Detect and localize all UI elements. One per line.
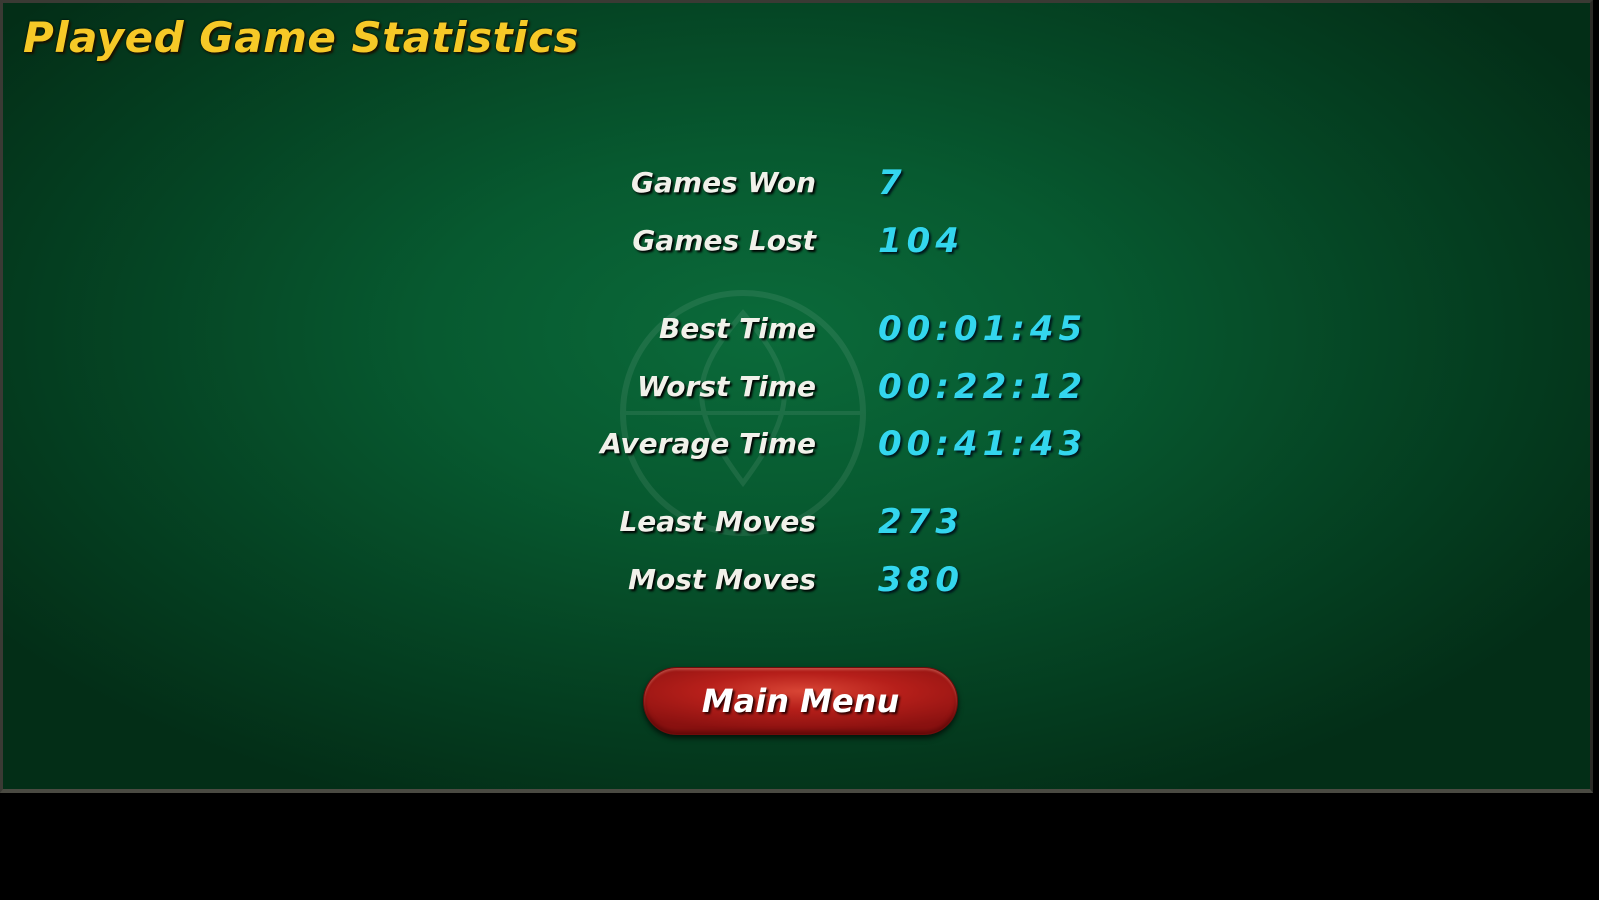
stat-value-games-lost: 104	[878, 221, 964, 261]
stat-value-most-moves: 380	[878, 560, 964, 600]
stat-value-average-time: 00:41:43	[878, 424, 1088, 464]
stat-row-worst-time: Worst Time 00:22:12	[3, 362, 1590, 412]
stat-row-games-lost: Games Lost 104	[3, 216, 1590, 266]
stat-label-games-won: Games Won	[631, 166, 816, 199]
main-menu-button-label: Main Menu	[701, 682, 900, 720]
stat-value-worst-time: 00:22:12	[878, 367, 1088, 407]
stat-row-average-time: Average Time 00:41:43	[3, 419, 1590, 469]
stat-label-least-moves: Least Moves	[619, 505, 816, 538]
main-menu-button[interactable]: Main Menu	[643, 667, 958, 735]
stat-label-games-lost: Games Lost	[632, 224, 816, 257]
stat-row-best-time: Best Time 00:01:45	[3, 304, 1590, 354]
stat-value-least-moves: 273	[878, 502, 964, 542]
stat-row-least-moves: Least Moves 273	[3, 497, 1590, 547]
stat-value-best-time: 00:01:45	[878, 309, 1088, 349]
felt-board: Played Game Statistics Games Won 7 Games…	[0, 0, 1593, 793]
stat-row-games-won: Games Won 7	[3, 158, 1590, 208]
stat-label-best-time: Best Time	[659, 312, 816, 345]
stat-label-average-time: Average Time	[600, 427, 816, 460]
stat-value-games-won: 7	[878, 163, 907, 203]
page-title: Played Game Statistics	[23, 13, 579, 62]
stat-row-most-moves: Most Moves 380	[3, 555, 1590, 605]
stat-label-most-moves: Most Moves	[628, 563, 816, 596]
stat-label-worst-time: Worst Time	[636, 370, 816, 403]
game-screen: Played Game Statistics Games Won 7 Games…	[0, 0, 1599, 900]
